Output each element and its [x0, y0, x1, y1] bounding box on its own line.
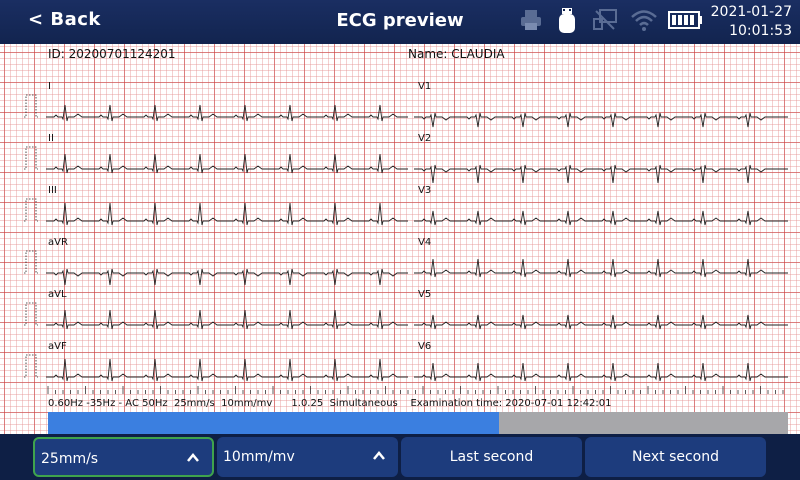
- gain-value: 10mm/mv: [223, 449, 295, 465]
- playback-progress-fill: [48, 412, 500, 434]
- ecg-trace-avl: [46, 309, 408, 330]
- lead-label-avr: aVR: [48, 237, 68, 248]
- lead-label-i: I: [48, 81, 51, 92]
- ecg-trace-iii: [46, 202, 408, 226]
- speed-select[interactable]: 25mm/s: [33, 437, 214, 477]
- ecg-waveforms: [24, 94, 788, 394]
- calibration-pulse-ii: [24, 146, 38, 170]
- ecg-paper: ID: 20200701124201 Name: CLAUDIA I II III a…: [0, 44, 800, 434]
- playback-progress[interactable]: [48, 412, 788, 434]
- lead-label-v3: V3: [418, 185, 432, 196]
- chevron-up-icon: [373, 451, 385, 460]
- network-icon: [593, 9, 617, 30]
- ecg-trace-v4: [414, 258, 788, 278]
- top-bar: < Back ECG preview 2021-01-27 10:01:53: [0, 0, 800, 44]
- recording-settings-info: 0.60Hz -35Hz - AC 50Hz 25mm/s 10mm/mv 1.…: [48, 398, 612, 409]
- lead-label-v4: V4: [418, 237, 432, 248]
- ecg-trace-v5: [414, 314, 788, 330]
- datetime: 2021-01-27 10:01:53: [711, 3, 792, 41]
- lead-label-avl: aVL: [48, 289, 67, 300]
- calibration-pulse-iii: [24, 198, 38, 222]
- calibration-pulse-avf: [24, 354, 38, 378]
- ecg-trace-v6: [414, 362, 788, 382]
- last-second-button[interactable]: Last second: [401, 437, 582, 477]
- time-ruler-ticks: [47, 386, 784, 394]
- lead-label-iii: III: [48, 185, 57, 196]
- time-text: 10:01:53: [729, 23, 792, 39]
- chevron-up-icon: [187, 453, 199, 462]
- ecg-trace-v2: [414, 164, 788, 184]
- ecg-trace-v1: [414, 112, 788, 128]
- ecg-trace-avf: [46, 358, 408, 382]
- next-second-label: Next second: [632, 449, 719, 465]
- bottom-toolbar: 25mm/s 10mm/mv Last second Next second: [0, 434, 800, 480]
- lead-label-avf: aVF: [48, 341, 67, 352]
- ecg-trace-i: [46, 104, 408, 122]
- lead-label-v6: V6: [418, 341, 432, 352]
- next-second-button[interactable]: Next second: [585, 437, 766, 477]
- lead-label-v2: V2: [418, 133, 432, 144]
- calibration-pulse-avr: [24, 250, 38, 274]
- ecg-trace-v3: [414, 210, 788, 226]
- date-text: 2021-01-27: [710, 4, 792, 20]
- back-button[interactable]: < Back: [28, 9, 101, 30]
- lead-label-v5: V5: [418, 289, 432, 300]
- speed-value: 25mm/s: [41, 451, 99, 467]
- calibration-pulse-avl: [24, 302, 38, 326]
- gain-select[interactable]: 10mm/mv: [217, 437, 398, 477]
- battery-icon: [668, 11, 702, 29]
- ecg-trace-ii: [46, 153, 408, 174]
- last-second-label: Last second: [449, 449, 534, 465]
- wifi-icon: [631, 10, 657, 31]
- lead-label-v1: V1: [418, 81, 432, 92]
- ecg-trace-avr: [46, 268, 408, 286]
- printer-icon: [521, 10, 541, 30]
- page-title: ECG preview: [336, 10, 464, 31]
- calibration-pulse-i: [24, 94, 38, 118]
- lead-label-ii: II: [48, 133, 54, 144]
- usb-icon: [559, 8, 575, 33]
